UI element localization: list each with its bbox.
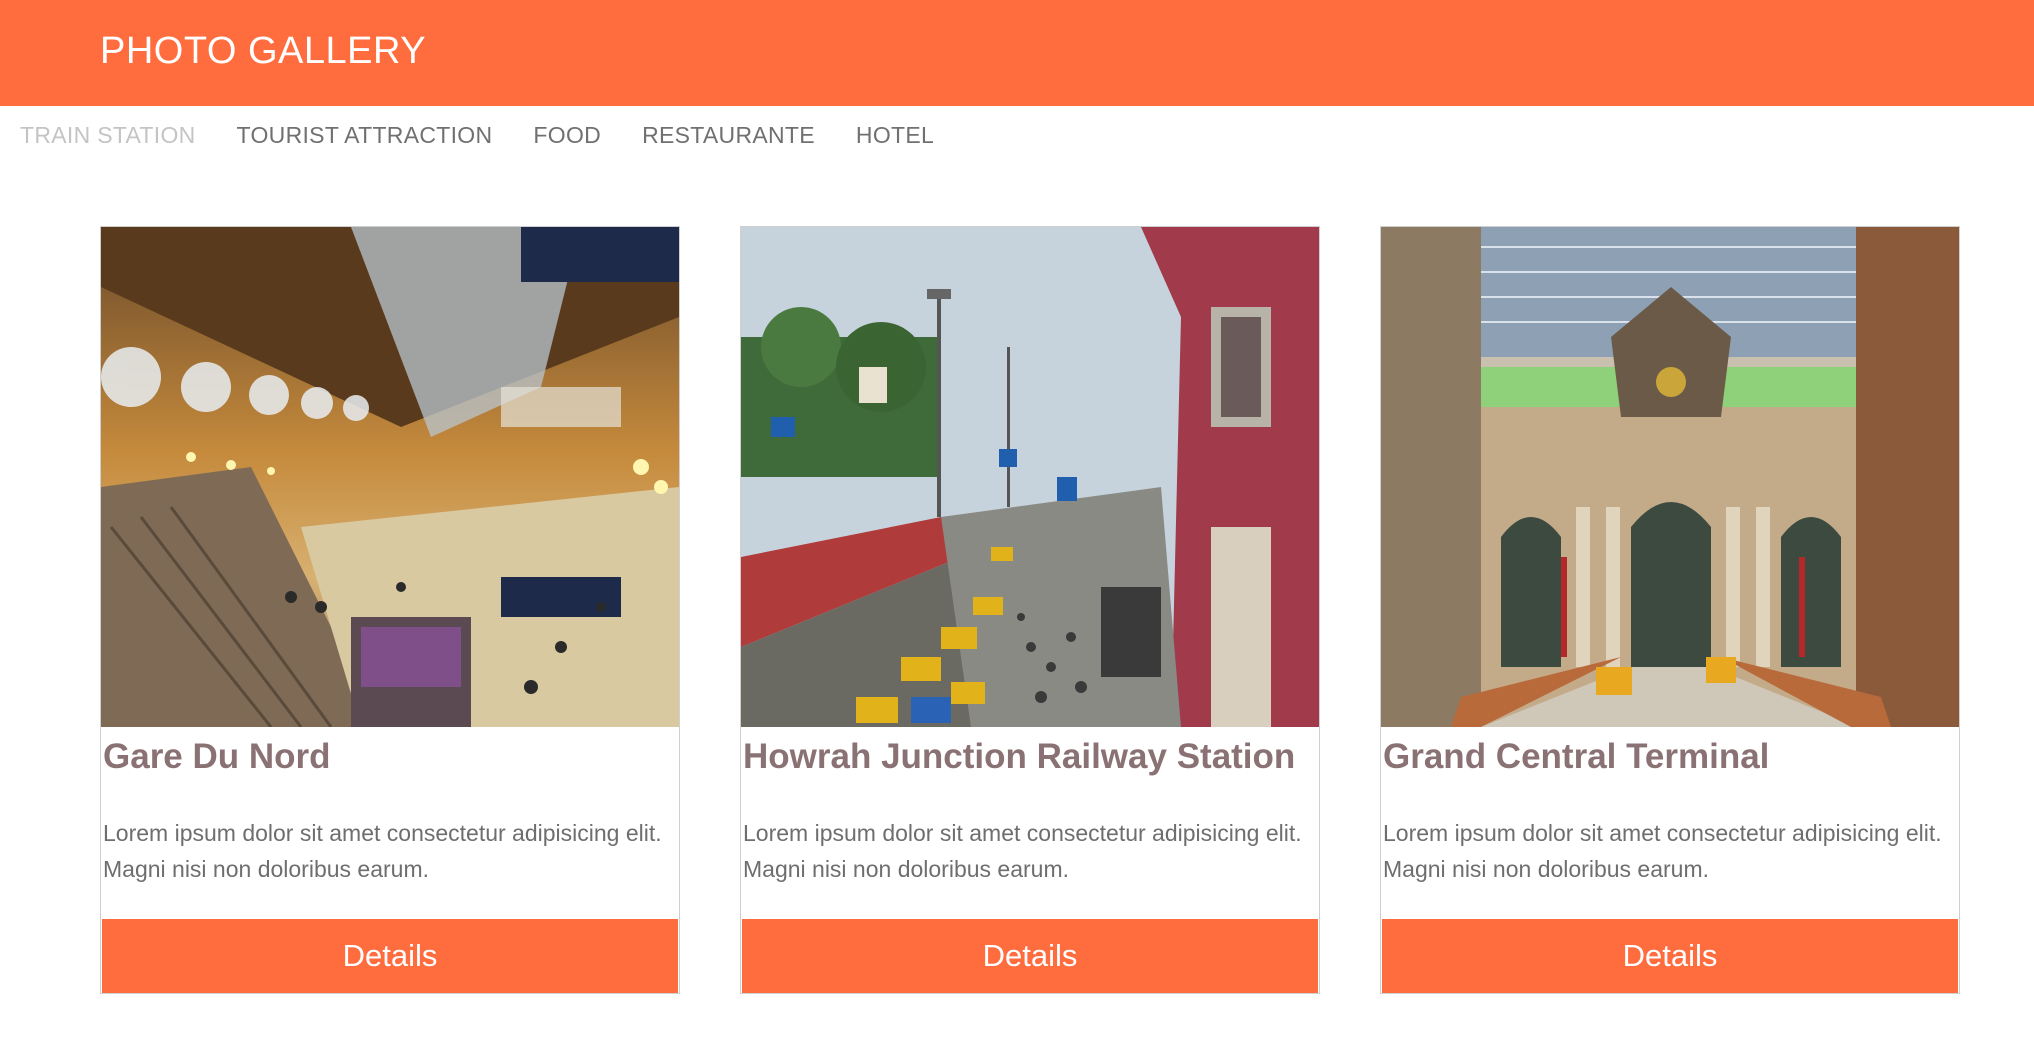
nav-item-restaurante[interactable]: RESTAURANTE xyxy=(642,122,815,149)
card-description: Lorem ipsum dolor sit amet consectetur a… xyxy=(743,820,1302,882)
station-street-image xyxy=(741,227,1319,727)
category-nav: TRAIN STATION TOURIST ATTRACTION FOOD RE… xyxy=(20,118,975,152)
photo-card: Howrah Junction Railway Station Lorem ip… xyxy=(740,226,1320,994)
nav-item-train-station[interactable]: TRAIN STATION xyxy=(20,122,196,149)
photo-card: Gare Du Nord Lorem ipsum dolor sit amet … xyxy=(100,226,680,994)
details-button[interactable]: Details xyxy=(742,919,1318,993)
photo-card-grid: Gare Du Nord Lorem ipsum dolor sit amet … xyxy=(100,226,1960,996)
photo-card: Grand Central Terminal Lorem ipsum dolor… xyxy=(1380,226,1960,994)
terminal-facade-image xyxy=(1381,227,1959,727)
card-photo xyxy=(101,227,679,727)
nav-item-food[interactable]: FOOD xyxy=(533,122,601,149)
details-button[interactable]: Details xyxy=(1382,919,1958,993)
card-title: Gare Du Nord xyxy=(103,737,331,776)
nav-item-hotel[interactable]: HOTEL xyxy=(856,122,934,149)
card-description: Lorem ipsum dolor sit amet consectetur a… xyxy=(103,820,662,882)
nav-item-tourist-attraction[interactable]: TOURIST ATTRACTION xyxy=(237,122,493,149)
site-title[interactable]: PHOTO GALLERY xyxy=(100,28,426,74)
card-title: Howrah Junction Railway Station xyxy=(743,737,1296,776)
card-description: Lorem ipsum dolor sit amet consectetur a… xyxy=(1383,820,1942,882)
card-title: Grand Central Terminal xyxy=(1383,737,1770,776)
header-bar: PHOTO GALLERY xyxy=(0,0,2034,106)
card-photo xyxy=(741,227,1319,727)
details-button[interactable]: Details xyxy=(102,919,678,993)
station-hall-image xyxy=(101,227,679,727)
card-photo xyxy=(1381,227,1959,727)
